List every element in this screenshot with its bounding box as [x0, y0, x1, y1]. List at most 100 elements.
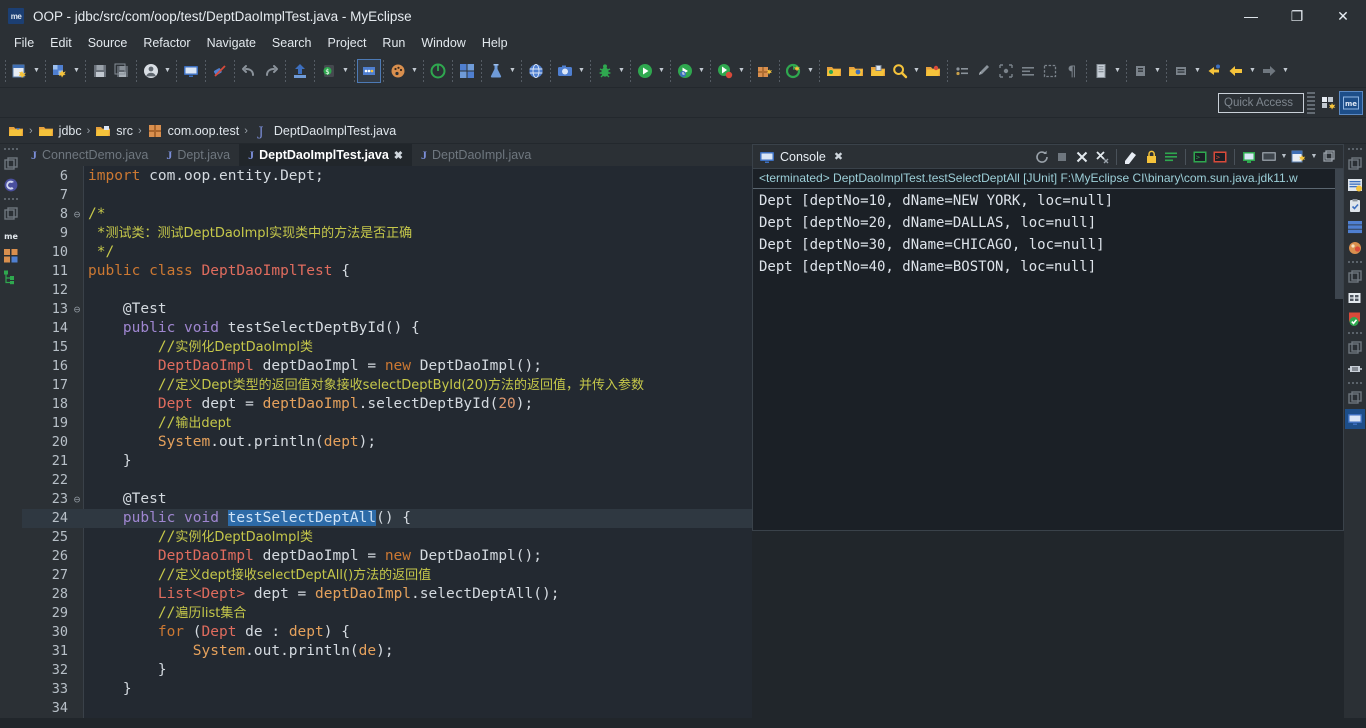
display-selected-console-icon[interactable]	[1259, 147, 1279, 167]
run-history-dropdown-icon[interactable]: ▼	[696, 60, 707, 82]
code-line[interactable]: 33 }	[22, 680, 752, 699]
back-icon[interactable]	[1225, 60, 1247, 82]
fold-marker[interactable]	[70, 661, 84, 680]
save-icon[interactable]	[89, 60, 111, 82]
rail-drag-handle[interactable]	[1348, 380, 1362, 387]
fold-marker[interactable]: ⊖	[70, 205, 84, 224]
minimize-button[interactable]: —	[1228, 0, 1274, 32]
camera-icon[interactable]	[554, 60, 576, 82]
code-line[interactable]: 15 //实例化DeptDaoImpl类	[22, 338, 752, 357]
code-line[interactable]: 22	[22, 471, 752, 490]
fold-marker[interactable]	[70, 167, 84, 186]
close-icon[interactable]: ✖	[834, 150, 843, 163]
fold-marker[interactable]	[70, 604, 84, 623]
run-external-tools-icon[interactable]	[714, 60, 736, 82]
rail-drag-handle[interactable]	[4, 146, 18, 153]
next-edit-icon[interactable]	[1170, 60, 1192, 82]
code-line[interactable]: 31 System.out.println(de);	[22, 642, 752, 661]
fold-marker[interactable]	[70, 623, 84, 642]
menu-file[interactable]: File	[6, 34, 42, 52]
refresh-icon[interactable]	[1032, 147, 1052, 167]
menu-run[interactable]: Run	[374, 34, 413, 52]
search-dropdown-icon[interactable]: ▼	[911, 60, 922, 82]
menu-refactor[interactable]: Refactor	[135, 34, 198, 52]
new-java-project-icon[interactable]	[783, 60, 805, 82]
fold-marker[interactable]	[70, 376, 84, 395]
fold-marker[interactable]	[70, 357, 84, 376]
package-explorer-icon[interactable]	[1, 175, 21, 195]
code-line[interactable]: 16 DeptDaoImpl deptDaoImpl = new DeptDao…	[22, 357, 752, 376]
breadcrumb-item-package[interactable]: com.oop.test	[147, 123, 239, 139]
rail-drag-handle[interactable]	[4, 196, 18, 203]
rail-drag-handle[interactable]	[1348, 259, 1362, 266]
code-line[interactable]: 21 }	[22, 452, 752, 471]
run-dropdown-icon[interactable]: ▼	[656, 60, 667, 82]
console-tab[interactable]: Console ✖	[759, 149, 843, 165]
restore-icon[interactable]	[1, 154, 21, 174]
code-line[interactable]: 8 ⊖/*	[22, 205, 752, 224]
show-whitespace-icon[interactable]: ¶	[1061, 60, 1083, 82]
word-wrap-icon[interactable]	[1161, 147, 1181, 167]
fold-marker[interactable]	[70, 319, 84, 338]
editor-tab-deptdaoimpltest[interactable]: J DeptDaoImplTest.java ✖	[239, 144, 413, 166]
external-tools-dropdown-icon[interactable]: ▼	[736, 60, 747, 82]
scroll-lock-icon[interactable]	[1141, 147, 1161, 167]
menu-help[interactable]: Help	[474, 34, 516, 52]
code-line[interactable]: 32 }	[22, 661, 752, 680]
server-icon[interactable]	[1090, 60, 1112, 82]
open-console-icon[interactable]	[1289, 147, 1309, 167]
new-web-project-dropdown-icon[interactable]: ▼	[71, 60, 82, 82]
validation-icon[interactable]	[1345, 309, 1365, 329]
fold-marker[interactable]	[70, 585, 84, 604]
fold-marker[interactable]: ⊖	[70, 300, 84, 319]
breadcrumb-item-jdbc[interactable]: jdbc	[38, 123, 82, 139]
clear-console-icon[interactable]	[1121, 147, 1141, 167]
pin-console-icon[interactable]	[1239, 147, 1259, 167]
fold-marker[interactable]	[70, 186, 84, 205]
save-all-icon[interactable]	[111, 60, 133, 82]
menu-search[interactable]: Search	[264, 34, 320, 52]
fold-marker[interactable]	[70, 262, 84, 281]
rail-drag-handle[interactable]	[1348, 146, 1362, 153]
forward-dropdown-icon[interactable]: ▼	[1280, 60, 1291, 82]
power-icon[interactable]	[427, 60, 449, 82]
outline-tree-icon[interactable]	[1, 267, 21, 287]
fold-marker[interactable]	[70, 452, 84, 471]
menu-project[interactable]: Project	[320, 34, 375, 52]
code-line[interactable]: 12	[22, 281, 752, 300]
code-line[interactable]: 13 ⊖ @Test	[22, 300, 752, 319]
toggle-block-selection-icon[interactable]	[1017, 60, 1039, 82]
last-edit-location-icon[interactable]	[922, 60, 944, 82]
open-type-icon[interactable]	[357, 58, 381, 83]
restore-icon-4[interactable]	[1345, 388, 1365, 408]
code-line-current[interactable]: 24 public void testSelectDeptAll() {	[22, 509, 752, 528]
minimize-icon[interactable]	[1319, 147, 1339, 167]
restore-icon-2[interactable]	[1345, 267, 1365, 287]
code-line[interactable]: 25 //实例化DeptDaoImpl类	[22, 528, 752, 547]
undo-icon[interactable]	[238, 60, 260, 82]
fold-marker[interactable]	[70, 547, 84, 566]
show-console-on-error-icon[interactable]: >_	[1210, 147, 1230, 167]
database-dropdown-icon[interactable]: ▼	[340, 60, 351, 82]
search-folder-icon[interactable]	[845, 60, 867, 82]
new-class-icon[interactable]	[456, 60, 478, 82]
fold-marker[interactable]: ⊖	[70, 490, 84, 509]
next-edit-dropdown-icon[interactable]: ▼	[1192, 60, 1203, 82]
code-editor[interactable]: 6 import com.oop.entity.Dept; 7 8 ⊖/* 9 *测…	[22, 166, 752, 718]
fold-marker[interactable]	[70, 680, 84, 699]
next-annotation-icon[interactable]	[951, 60, 973, 82]
close-button[interactable]: ✕	[1320, 0, 1366, 32]
back-history-icon[interactable]	[1203, 60, 1225, 82]
pencil-edit-icon[interactable]	[973, 60, 995, 82]
breadcrumb-item-src[interactable]: src	[95, 123, 133, 139]
code-line[interactable]: 20 System.out.println(dept);	[22, 433, 752, 452]
show-console-on-output-icon[interactable]: >_	[1190, 147, 1210, 167]
user-account-icon[interactable]	[140, 60, 162, 82]
previous-edit-dropdown-icon[interactable]: ▼	[1152, 60, 1163, 82]
restore-icon[interactable]	[1345, 154, 1365, 174]
servers-icon[interactable]	[1345, 217, 1365, 237]
myeclipse-explorer-icon[interactable]: me	[1, 225, 21, 245]
code-line[interactable]: 6 import com.oop.entity.Dept;	[22, 167, 752, 186]
previous-edit-icon[interactable]	[1130, 60, 1152, 82]
fold-marker[interactable]	[70, 224, 84, 243]
